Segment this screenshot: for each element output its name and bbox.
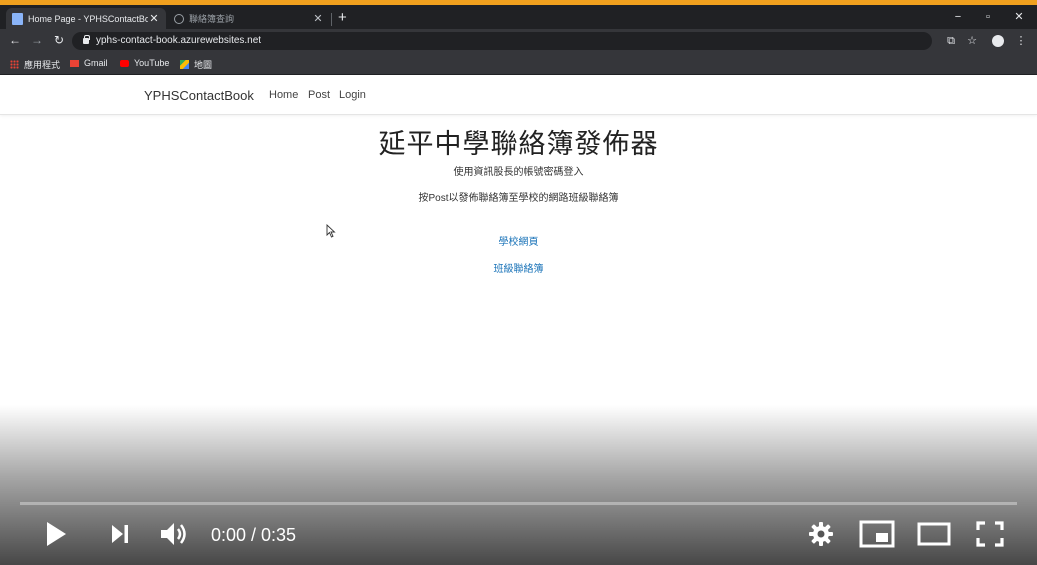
class-contact-book-link[interactable]: 班級聯絡簿 xyxy=(469,263,569,277)
close-icon[interactable]: ✕ xyxy=(148,12,160,25)
video-frame: Home Page - YPHSContactBoo ✕ 聯絡簿查詢 ✕ + −… xyxy=(0,0,1037,565)
progress-bar[interactable] xyxy=(20,502,1017,505)
volume-button[interactable] xyxy=(155,515,193,553)
bookmarks-bar: 應用程式 Gmail YouTube 地圖 xyxy=(0,53,1037,75)
url-text: yphs-contact-book.azurewebsites.net xyxy=(96,35,262,46)
browser-tab-bar: Home Page - YPHSContactBoo ✕ 聯絡簿查詢 ✕ + −… xyxy=(0,5,1037,29)
mouse-cursor-icon xyxy=(326,224,336,238)
school-website-link[interactable]: 學校網頁 xyxy=(469,236,569,250)
next-button[interactable] xyxy=(102,515,138,553)
back-icon[interactable]: ← xyxy=(8,33,22,47)
site-brand[interactable]: YPHSContactBook xyxy=(144,88,254,103)
lock-icon xyxy=(83,35,90,44)
gmail-icon xyxy=(70,59,79,67)
fullscreen-button[interactable] xyxy=(973,515,1007,553)
nav-home-link[interactable]: Home xyxy=(269,89,298,101)
play-icon xyxy=(47,522,66,546)
hero-section: 延平中學聯絡簿發佈器 使用資訊股長的帳號密碼登入 按Post以發佈聯絡簿至學校的… xyxy=(0,128,1037,277)
bookmark-label: 地圖 xyxy=(194,60,213,70)
page-instruction: 按Post以發佈聯絡簿至學校的網路班級聯絡簿 xyxy=(418,193,619,204)
globe-icon xyxy=(174,13,184,24)
theater-icon xyxy=(917,522,951,546)
miniplayer-button[interactable] xyxy=(858,515,896,553)
volume-icon xyxy=(161,523,186,545)
nav-post-link[interactable]: Post xyxy=(308,89,330,101)
fullscreen-icon xyxy=(976,521,1004,547)
window-close-icon[interactable]: ✕ xyxy=(1011,10,1027,24)
tab-title: Home Page - YPHSContactBoo xyxy=(28,13,148,24)
minimize-icon[interactable]: − xyxy=(950,10,966,24)
bookmark-maps[interactable]: 地圖 xyxy=(180,58,212,71)
page-subtitle: 使用資訊股長的帳號密碼登入 xyxy=(453,167,584,178)
settings-icon xyxy=(809,522,833,546)
settings-button[interactable] xyxy=(804,515,838,553)
document-icon xyxy=(12,12,23,25)
browser-toolbar: ← → ↻ yphs-contact-book.azurewebsites.ne… xyxy=(0,29,1037,53)
close-icon[interactable]: ✕ xyxy=(312,12,324,25)
new-tab-icon[interactable]: + xyxy=(338,10,347,26)
maximize-icon[interactable]: ▫ xyxy=(980,10,996,24)
bookmark-apps[interactable]: 應用程式 xyxy=(10,58,60,71)
maps-icon xyxy=(180,60,189,69)
page-title: 延平中學聯絡簿發佈器 xyxy=(378,129,659,160)
reload-icon[interactable]: ↻ xyxy=(52,33,66,47)
site-navbar: YPHSContactBook Home Post Login xyxy=(0,75,1037,115)
tab-title: 聯絡簿查詢 xyxy=(189,14,235,24)
forward-icon[interactable]: → xyxy=(30,33,44,47)
next-icon xyxy=(112,525,128,543)
bookmark-youtube[interactable]: YouTube xyxy=(120,58,169,68)
bookmark-gmail[interactable]: Gmail xyxy=(70,58,108,68)
tab-home-page[interactable]: Home Page - YPHSContactBoo ✕ xyxy=(6,8,166,29)
bookmark-star-icon[interactable]: ☆ xyxy=(965,34,979,48)
theater-mode-button[interactable] xyxy=(914,515,954,553)
nav-login-link[interactable]: Login xyxy=(339,89,366,101)
bookmark-label: YouTube xyxy=(134,58,170,68)
address-bar[interactable]: yphs-contact-book.azurewebsites.net xyxy=(72,32,932,50)
tab-contact-book-query[interactable]: 聯絡簿查詢 ✕ xyxy=(168,8,330,29)
menu-kebab-icon[interactable]: ⋮ xyxy=(1014,34,1028,48)
miniplayer-icon xyxy=(859,520,895,548)
play-button[interactable] xyxy=(38,515,74,553)
translate-icon[interactable]: ⧉ xyxy=(944,34,958,48)
time-display: 0:00 / 0:35 xyxy=(211,525,297,545)
profile-avatar-icon[interactable] xyxy=(992,35,1004,47)
bookmark-label: Gmail xyxy=(84,58,108,68)
bookmark-label: 應用程式 xyxy=(24,60,61,70)
apps-grid-icon xyxy=(10,60,19,69)
youtube-icon xyxy=(120,59,129,67)
tab-divider xyxy=(331,13,332,26)
